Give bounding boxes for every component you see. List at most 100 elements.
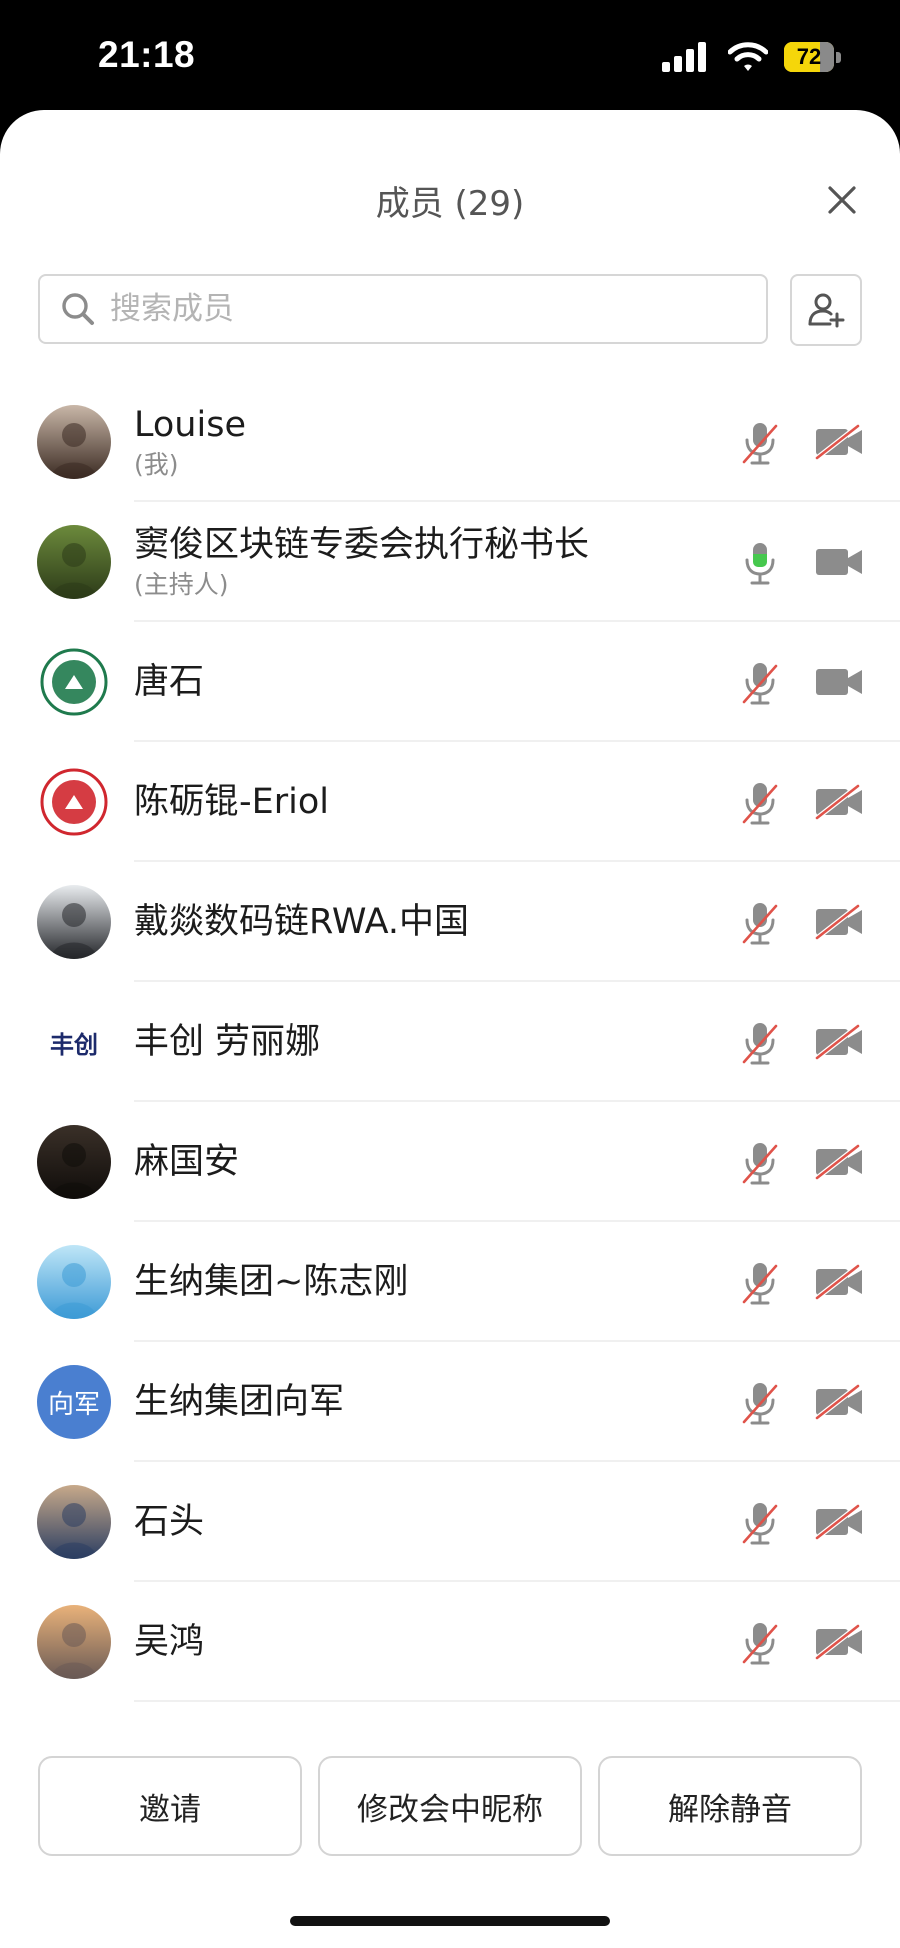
search-input[interactable] bbox=[108, 278, 766, 340]
status-bar: 21:18 72 bbox=[0, 0, 900, 110]
camera-off-icon[interactable] bbox=[814, 1384, 864, 1420]
home-indicator bbox=[290, 1916, 610, 1926]
status-time: 21:18 bbox=[98, 34, 196, 75]
avatar bbox=[37, 765, 111, 839]
avatar-photo bbox=[37, 1605, 111, 1679]
member-row[interactable]: 陈砺锟-Eriol bbox=[0, 742, 900, 862]
camera-off-icon[interactable] bbox=[814, 1264, 864, 1300]
mic-muted-icon[interactable] bbox=[738, 420, 782, 466]
battery-cap bbox=[836, 51, 841, 63]
unmute-button[interactable]: 解除静音 bbox=[598, 1756, 862, 1856]
camera-icon[interactable] bbox=[814, 664, 864, 700]
mic-muted-icon[interactable] bbox=[738, 660, 782, 706]
mic-muted-icon[interactable] bbox=[738, 1020, 782, 1066]
avatar-photo bbox=[37, 1245, 111, 1319]
member-row[interactable]: 麻国安 bbox=[0, 1102, 900, 1222]
battery-body: 72 bbox=[784, 42, 834, 72]
avatar: 丰创 bbox=[37, 1005, 111, 1079]
member-name: 陈砺锟-Eriol bbox=[134, 782, 329, 822]
avatar-photo bbox=[37, 885, 111, 959]
avatar bbox=[37, 1485, 111, 1559]
cellular-signal-icon bbox=[662, 42, 706, 72]
avatar bbox=[37, 1605, 111, 1679]
member-name: 石头 bbox=[134, 1502, 205, 1542]
member-name: 戴燚数码链RWA.中国 bbox=[134, 902, 470, 942]
member-name: 生纳集团向军 bbox=[134, 1382, 345, 1422]
member-row[interactable]: Louise (我) bbox=[0, 382, 900, 502]
camera-off-icon[interactable] bbox=[814, 1624, 864, 1660]
camera-off-icon[interactable] bbox=[814, 784, 864, 820]
member-name: 麻国安 bbox=[134, 1142, 240, 1182]
member-row[interactable]: 生纳集团~陈志刚 bbox=[0, 1222, 900, 1342]
member-name: 唐石 bbox=[134, 662, 205, 702]
camera-off-icon[interactable] bbox=[814, 904, 864, 940]
camera-icon[interactable] bbox=[814, 544, 864, 580]
search-box[interactable] bbox=[38, 274, 768, 344]
battery-percentage: 72 bbox=[796, 44, 822, 69]
mic-icon[interactable] bbox=[738, 540, 782, 586]
avatar-photo bbox=[37, 1485, 111, 1559]
avatar-photo bbox=[37, 525, 111, 599]
invite-button[interactable]: 邀请 bbox=[38, 1756, 302, 1856]
mic-muted-icon[interactable] bbox=[738, 780, 782, 826]
member-info: 窦俊区块链专委会执行秘书长 (主持人) bbox=[134, 502, 589, 622]
search-icon bbox=[60, 291, 96, 327]
member-info: 丰创 劳丽娜 bbox=[134, 982, 320, 1102]
member-row[interactable]: 戴燚数码链RWA.中国 bbox=[0, 862, 900, 982]
avatar bbox=[37, 1125, 111, 1199]
member-name: Louise bbox=[134, 405, 246, 445]
mic-muted-icon[interactable] bbox=[738, 1500, 782, 1546]
avatar bbox=[37, 1245, 111, 1319]
member-row[interactable]: 唐石 bbox=[0, 622, 900, 742]
member-name: 丰创 劳丽娜 bbox=[134, 1022, 321, 1062]
camera-off-icon[interactable] bbox=[814, 1024, 864, 1060]
add-user-icon bbox=[808, 293, 845, 328]
rename-nickname-button[interactable]: 修改会中昵称 bbox=[318, 1756, 582, 1856]
add-member-button[interactable] bbox=[790, 274, 862, 346]
avatar bbox=[37, 645, 111, 719]
camera-off-icon[interactable] bbox=[814, 424, 864, 460]
member-list: Louise (我) 窦俊区块链专委会执行秘书长 (主持人) 唐石陈砺锟-Eriol 戴燚… bbox=[0, 382, 900, 1702]
member-name: 生纳集团~陈志刚 bbox=[134, 1262, 409, 1302]
avatar-logo-text: 丰创 bbox=[37, 1005, 111, 1079]
avatar-logo-image bbox=[37, 645, 111, 719]
mic-muted-icon[interactable] bbox=[738, 1620, 782, 1666]
avatar-photo bbox=[37, 405, 111, 479]
bottom-action-bar: 邀请 修改会中昵称 解除静音 bbox=[0, 1746, 900, 1856]
member-info: 戴燚数码链RWA.中国 bbox=[134, 862, 469, 982]
mic-muted-icon[interactable] bbox=[738, 1380, 782, 1426]
member-name: 吴鸿 bbox=[134, 1622, 205, 1662]
wifi-icon bbox=[728, 42, 768, 71]
member-info: 陈砺锟-Eriol bbox=[134, 742, 329, 862]
member-info: 麻国安 bbox=[134, 1102, 239, 1222]
mic-muted-icon[interactable] bbox=[738, 1140, 782, 1186]
member-row[interactable]: 吴鸿 bbox=[0, 1582, 900, 1702]
member-row[interactable]: 石头 bbox=[0, 1462, 900, 1582]
member-row[interactable]: 丰创 丰创 劳丽娜 bbox=[0, 982, 900, 1102]
camera-off-icon[interactable] bbox=[814, 1144, 864, 1180]
battery-indicator: 72 bbox=[784, 42, 842, 72]
close-button[interactable] bbox=[822, 180, 862, 220]
avatar bbox=[37, 885, 111, 959]
mic-muted-icon[interactable] bbox=[738, 1260, 782, 1306]
avatar-initials: 向军 bbox=[37, 1365, 111, 1439]
camera-off-icon[interactable] bbox=[814, 1504, 864, 1540]
member-name: 窦俊区块链专委会执行秘书长 bbox=[134, 525, 590, 565]
members-sheet: 成员 (29) Louise(我)窦俊区块链专委会执行秘 bbox=[0, 110, 900, 1948]
avatar-photo bbox=[37, 1125, 111, 1199]
avatar-logo-image bbox=[37, 765, 111, 839]
mic-muted-icon[interactable] bbox=[738, 900, 782, 946]
member-role: (主持人) bbox=[134, 570, 229, 599]
avatar bbox=[37, 405, 111, 479]
member-info: 生纳集团向军 bbox=[134, 1342, 344, 1462]
member-role: (我) bbox=[134, 450, 179, 479]
member-info: 石头 bbox=[134, 1462, 204, 1582]
avatar: 向军 bbox=[37, 1365, 111, 1439]
member-info: Louise (我) bbox=[134, 382, 246, 502]
member-row[interactable]: 窦俊区块链专委会执行秘书长 (主持人) bbox=[0, 502, 900, 622]
avatar bbox=[37, 525, 111, 599]
member-info: 吴鸿 bbox=[134, 1582, 204, 1702]
status-icons: 72 bbox=[662, 42, 842, 72]
member-row[interactable]: 向军 生纳集团向军 bbox=[0, 1342, 900, 1462]
sheet-title: 成员 (29) bbox=[375, 184, 525, 224]
